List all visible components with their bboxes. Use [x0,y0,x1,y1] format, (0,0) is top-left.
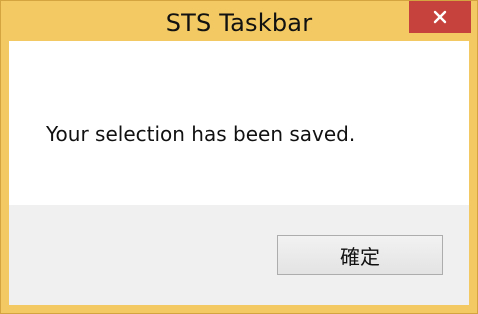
close-button[interactable] [409,1,471,33]
message-text: Your selection has been saved. [46,122,356,146]
message-area: Your selection has been saved. [9,41,469,205]
dialog-body: Your selection has been saved. 確定 [9,41,469,305]
close-icon [432,9,448,25]
title-bar[interactable]: STS Taskbar [1,1,477,41]
dialog-window: STS Taskbar Your selection has been save… [0,0,478,314]
window-title: STS Taskbar [165,9,313,37]
ok-button[interactable]: 確定 [277,235,443,275]
